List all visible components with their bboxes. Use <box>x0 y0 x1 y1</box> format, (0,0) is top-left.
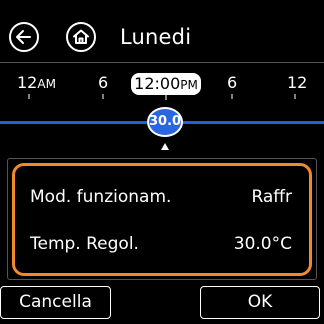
temperature-value: 30.0°C <box>233 234 292 254</box>
tick-label-12pm: 12 <box>287 73 308 92</box>
tick-label-12am-suffix: AM <box>37 77 56 91</box>
mode-row[interactable]: Mod. funzionam. Raffr <box>15 183 309 211</box>
current-time-suffix: PM <box>180 78 198 92</box>
header: Lunedi <box>0 0 324 62</box>
home-icon <box>73 29 89 44</box>
tick-label-6pm: 6 <box>227 73 238 92</box>
tick-label-12am: 12AM <box>17 73 56 94</box>
settings-card-selected[interactable]: Mod. funzionam. Raffr Temp. Regol. 30.0°… <box>12 163 312 276</box>
back-arrow-icon <box>16 30 31 44</box>
temperature-label: Temp. Regol. <box>30 234 139 254</box>
current-time-value: 12:00 <box>134 74 181 93</box>
schedule-timeline[interactable]: 12AM 6 12:00PM 6 12 30.0 <box>0 62 324 157</box>
day-title: Lunedi <box>120 25 192 49</box>
temperature-row[interactable]: Temp. Regol. 30.0°C <box>15 230 309 258</box>
ok-button[interactable]: OK <box>200 286 320 319</box>
mode-value: Raffr <box>251 187 292 207</box>
tick-label-6am: 6 <box>98 73 109 92</box>
thermostat-schedule-screen: Lunedi 12AM 6 12:00PM 6 12 30.0 Mod. fun… <box>0 0 324 324</box>
current-time-badge: 12:00PM <box>131 73 201 95</box>
cancel-button[interactable]: Cancella <box>0 286 111 319</box>
home-button[interactable] <box>66 22 96 52</box>
mode-label: Mod. funzionam. <box>30 187 172 207</box>
back-button[interactable] <box>9 22 39 52</box>
time-pointer-icon <box>161 143 169 150</box>
tick-label-12am-hour: 12 <box>17 73 38 92</box>
setpoint-knob[interactable]: 30.0 <box>147 107 183 137</box>
